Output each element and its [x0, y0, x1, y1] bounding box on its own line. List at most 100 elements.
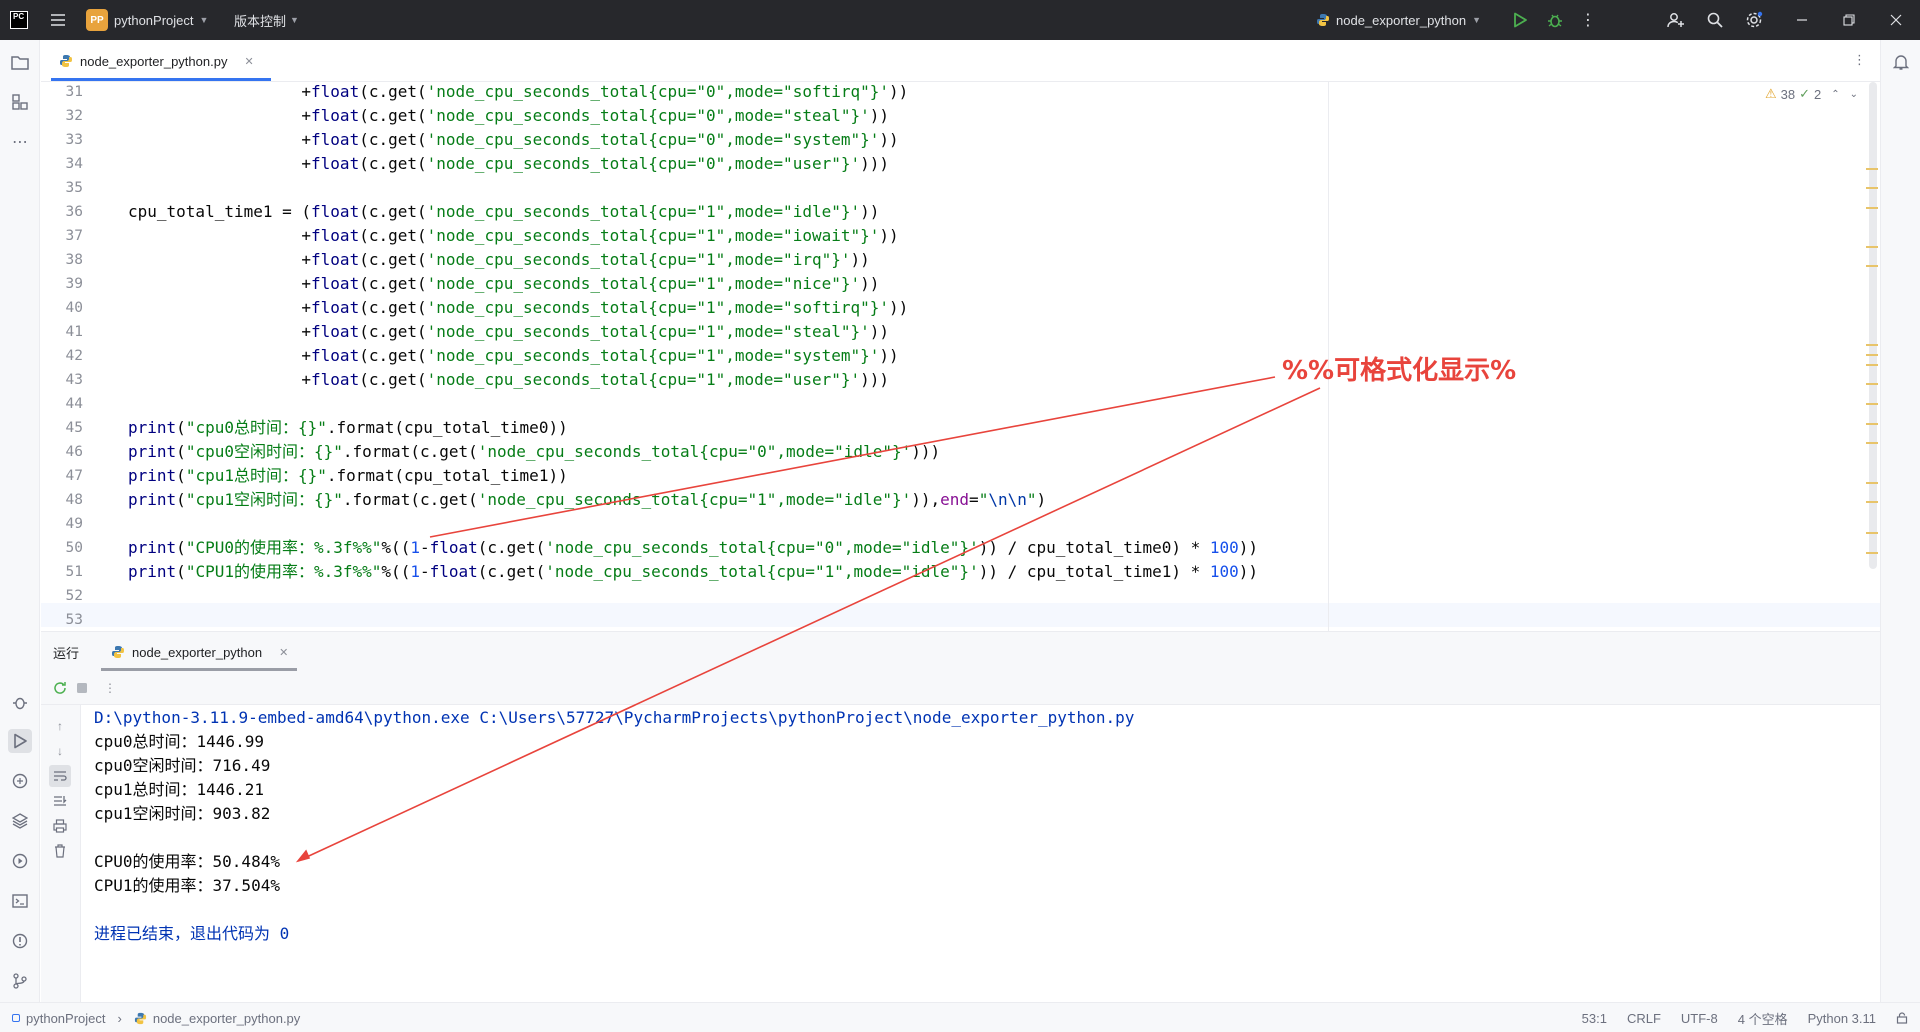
- line-number: 32: [65, 108, 83, 124]
- stop-button[interactable]: [71, 677, 93, 699]
- warning-stripe[interactable]: [1866, 383, 1878, 385]
- console-output-line: cpu1空闲时间：903.82: [94, 804, 271, 823]
- debug-button[interactable]: [1541, 0, 1569, 40]
- close-icon[interactable]: ✕: [244, 55, 253, 68]
- stop-icon: [77, 683, 87, 693]
- notifications-button[interactable]: [1889, 50, 1913, 74]
- title-bar: PC PP pythonProject ▼ 版本控制 ▼ node_export…: [0, 0, 1920, 40]
- line-number: 37: [65, 228, 83, 244]
- python-packages-button[interactable]: [8, 769, 32, 793]
- line-separator[interactable]: CRLF: [1627, 1011, 1661, 1026]
- warning-stripe[interactable]: [1866, 423, 1878, 425]
- restore-icon: [1843, 14, 1855, 26]
- close-window-button[interactable]: [1882, 0, 1910, 40]
- line-number: 40: [65, 300, 83, 316]
- print-button[interactable]: [49, 815, 71, 837]
- python-file-icon: [60, 55, 72, 67]
- scroll-up-button[interactable]: ↑: [49, 715, 71, 737]
- chevron-up-icon[interactable]: ⌃: [1831, 89, 1839, 100]
- warning-stripe[interactable]: [1866, 482, 1878, 484]
- annotation-label: %%可格式化显示%: [1282, 356, 1517, 386]
- code-area[interactable]: +float(c.get('node_cpu_seconds_total{cpu…: [128, 82, 1378, 631]
- file-encoding[interactable]: UTF-8: [1681, 1011, 1718, 1026]
- warning-stripe[interactable]: [1866, 442, 1878, 444]
- line-number: 53: [65, 612, 83, 628]
- run-configuration-selector[interactable]: node_exporter_python ▼: [1316, 0, 1481, 40]
- terminal-icon: [12, 894, 28, 908]
- warning-stripe[interactable]: [1866, 265, 1878, 267]
- code-line: +float(c.get('node_cpu_seconds_total{cpu…: [128, 154, 890, 173]
- clear-console-button[interactable]: [49, 840, 71, 862]
- code-with-me-button[interactable]: [1662, 0, 1690, 40]
- line-number: 46: [65, 444, 83, 460]
- warning-stripe[interactable]: [1866, 403, 1878, 405]
- more-tools-button[interactable]: ⋯: [8, 130, 32, 154]
- run-tool-button[interactable]: [8, 729, 32, 753]
- soft-wrap-button[interactable]: [49, 765, 71, 787]
- chevron-down-icon[interactable]: ⌄: [1850, 89, 1858, 100]
- warning-stripe[interactable]: [1866, 532, 1878, 534]
- line-number: 34: [65, 156, 83, 172]
- layers-tool-button[interactable]: [8, 809, 32, 833]
- code-editor[interactable]: 31 32 33 34 35 36 37 38 39 40 41 42 43 44 45 46 47 48 49 50…: [41, 82, 1880, 631]
- project-tool-button[interactable]: [8, 50, 32, 74]
- lock-icon[interactable]: [1896, 1012, 1908, 1024]
- terminal-tool-button[interactable]: [8, 889, 32, 913]
- search-everywhere-button[interactable]: [1701, 0, 1729, 40]
- main-menu-button[interactable]: [46, 0, 70, 40]
- warning-stripe[interactable]: [1866, 187, 1878, 189]
- debug-tool-button[interactable]: [8, 690, 32, 714]
- breadcrumb-file[interactable]: node_exporter_python.py: [153, 1011, 300, 1026]
- warning-stripe[interactable]: [1866, 354, 1878, 356]
- warning-stripe[interactable]: [1866, 344, 1878, 346]
- warning-stripe[interactable]: [1866, 552, 1878, 554]
- warning-stripe[interactable]: [1866, 207, 1878, 209]
- close-icon[interactable]: ✕: [279, 646, 288, 659]
- more-vertical-icon[interactable]: ⋮: [1853, 52, 1866, 68]
- structure-tool-button[interactable]: [8, 90, 32, 114]
- minimize-button[interactable]: [1788, 0, 1816, 40]
- code-line: +float(c.get('node_cpu_seconds_total{cpu…: [128, 370, 890, 389]
- services-icon: [12, 853, 28, 869]
- more-run-actions-button[interactable]: ⋮: [99, 677, 121, 699]
- indent-setting[interactable]: 4 个空格: [1738, 1009, 1788, 1028]
- python-interpreter[interactable]: Python 3.11: [1808, 1011, 1876, 1026]
- search-icon: [1707, 12, 1723, 28]
- console-output-line: CPU0的使用率：50.484%: [94, 852, 280, 871]
- problems-tool-button[interactable]: [8, 929, 32, 953]
- run-icon: [14, 733, 27, 749]
- scroll-to-end-button[interactable]: [49, 790, 71, 812]
- git-tool-button[interactable]: [8, 969, 32, 993]
- editor-tab[interactable]: node_exporter_python.py ✕: [51, 40, 262, 82]
- vcs-menu[interactable]: 版本控制 ▼: [234, 0, 299, 40]
- scrollbar-thumb[interactable]: [1869, 82, 1877, 569]
- restore-button[interactable]: [1835, 0, 1863, 40]
- settings-button[interactable]: [1740, 0, 1768, 40]
- services-tool-button[interactable]: [8, 849, 32, 873]
- rerun-button[interactable]: [49, 677, 71, 699]
- warning-stripe[interactable]: [1866, 501, 1878, 503]
- run-icon: [1514, 12, 1527, 28]
- run-console-output[interactable]: D:\python-3.11.9-embed-amd64\python.exe …: [81, 705, 1880, 1002]
- warning-icon: ⚠: [1765, 86, 1777, 101]
- chevron-down-icon: ▼: [1472, 15, 1482, 25]
- warning-stripe[interactable]: [1866, 246, 1878, 248]
- active-tab-indicator: [51, 78, 271, 81]
- caret-position[interactable]: 53:1: [1582, 1011, 1607, 1026]
- line-number: 47: [65, 468, 83, 484]
- more-actions-button[interactable]: ⋮: [1574, 0, 1602, 40]
- project-switcher[interactable]: PP pythonProject ▼: [86, 0, 208, 40]
- layers-icon: [12, 813, 28, 829]
- project-name: pythonProject: [114, 12, 194, 28]
- trash-icon: [55, 844, 65, 858]
- pycharm-logo: PC: [10, 0, 30, 40]
- run-tab[interactable]: node_exporter_python ✕: [103, 632, 296, 672]
- run-button[interactable]: [1506, 0, 1534, 40]
- scroll-down-button[interactable]: ↓: [49, 740, 71, 762]
- inspection-widget[interactable]: ⚠ 38 ✓ 2 ⌃ ⌄: [1765, 82, 1858, 106]
- warning-stripe[interactable]: [1866, 168, 1878, 170]
- editor-scrollbar[interactable]: [1866, 82, 1880, 631]
- breadcrumb-project[interactable]: pythonProject: [26, 1011, 106, 1026]
- warning-stripe[interactable]: [1866, 364, 1878, 366]
- code-line: print("cpu0空闲时间：{}".format(c.get('node_c…: [128, 442, 941, 461]
